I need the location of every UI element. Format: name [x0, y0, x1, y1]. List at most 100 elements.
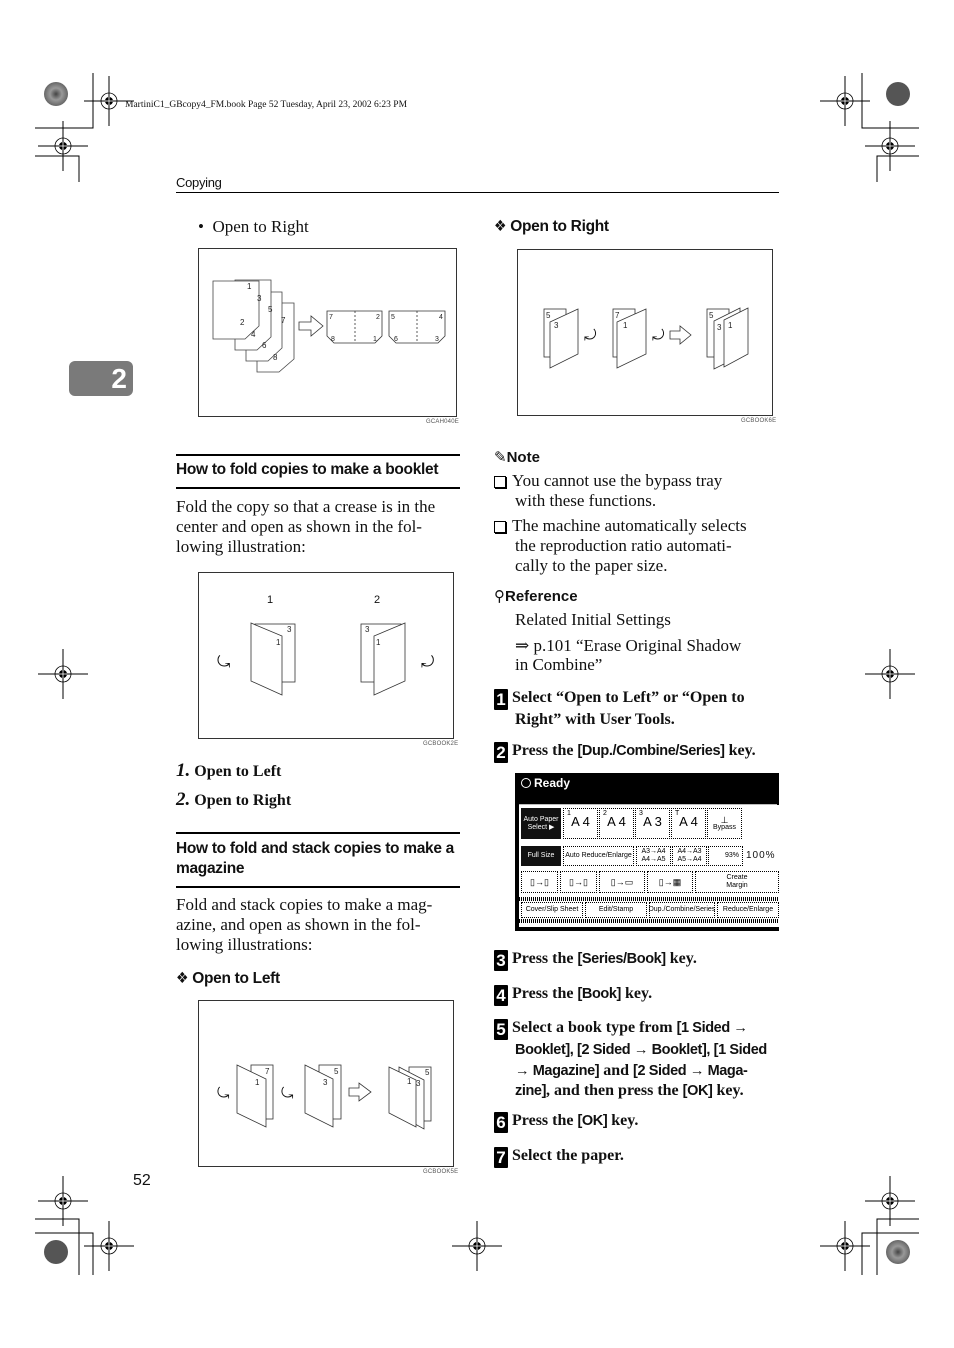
- auto-reduce-enlarge-button[interactable]: Auto Reduce/Enlarge: [563, 846, 634, 866]
- tab-strip: [519, 897, 779, 901]
- step-7: 7 Select the paper.: [494, 1146, 624, 1168]
- crop-marks: [35, 73, 919, 1275]
- reference-title: Reference: [505, 588, 578, 605]
- svg-text:6: 6: [394, 336, 398, 343]
- reference-link[interactable]: ⇒ p.101 “Erase Original Shadow: [515, 636, 741, 656]
- ratio-preset-3-button[interactable]: 93%: [708, 846, 743, 866]
- svg-text:2: 2: [376, 314, 380, 321]
- svg-text:5: 5: [425, 1068, 430, 1077]
- tray-2-button[interactable]: 2A 4: [599, 808, 634, 839]
- text-line: cally to the paper size.: [515, 556, 668, 575]
- text-line: The machine automatically selects: [512, 516, 747, 535]
- page-num: 3: [257, 294, 262, 303]
- step-text: key.: [724, 742, 756, 759]
- diamond-bullet-icon: ❖: [176, 970, 193, 987]
- tray-3-button[interactable]: 3A 3: [635, 808, 670, 839]
- item-label: Open to Left: [194, 763, 282, 780]
- svg-text:7: 7: [615, 311, 620, 320]
- svg-text:3: 3: [365, 625, 370, 634]
- heading-rule-top: [176, 454, 460, 456]
- full-size-button[interactable]: Full Size: [521, 846, 561, 866]
- combine-4-button[interactable]: ▯→▦: [647, 871, 693, 893]
- tab-cover-slip-sheet[interactable]: Cover/Slip Sheet: [521, 902, 583, 918]
- svg-text:5: 5: [334, 1067, 339, 1076]
- step-4: 4 Press the [Book] key.: [494, 984, 652, 1006]
- button-label: Margin: [726, 882, 748, 889]
- step-number: 4: [494, 985, 508, 1006]
- bypass-button[interactable]: ⊥ Bypass: [707, 808, 742, 839]
- svg-text:1: 1: [255, 1078, 260, 1087]
- color-target: [886, 1240, 910, 1264]
- registration-mark: [451, 1220, 503, 1272]
- status-text: Ready: [534, 776, 571, 790]
- tray-size: A 4: [679, 814, 698, 829]
- tray-size: A 4: [607, 814, 626, 829]
- item-number: 1.: [176, 760, 191, 781]
- color-target: [44, 1240, 68, 1264]
- text-line: azine, and open as shown in the fol-: [176, 915, 421, 934]
- button-label: Select ▶: [527, 823, 555, 831]
- svg-text:1: 1: [376, 638, 381, 647]
- checkbox-bullet-icon: [494, 476, 506, 488]
- key-label: → Magazine]: [515, 1062, 600, 1079]
- button-label: A4→A3: [677, 848, 702, 855]
- step-number: 6: [494, 1112, 508, 1133]
- button-label: A3→A4: [641, 848, 666, 855]
- tab-reduce-enlarge[interactable]: Reduce/Enlarge: [717, 902, 779, 918]
- text-line: lowing illustrations:: [176, 935, 313, 954]
- create-margin-button[interactable]: Create Margin: [695, 871, 779, 893]
- combine-2-button[interactable]: ▯→▯: [560, 871, 597, 893]
- arrow-icon: [348, 1082, 372, 1102]
- arrow-icon: [298, 315, 324, 337]
- magazine-left-illustration: 7 1 5 3 5 1 3 ⤿ ⤿: [217, 1064, 432, 1130]
- svg-text:1: 1: [267, 594, 273, 606]
- booklet-heading: How to fold copies to make a booklet: [176, 461, 439, 478]
- reference-heading: ⚲Reference: [494, 587, 578, 605]
- step-text: Select the paper.: [512, 1147, 624, 1164]
- ratio-preset-2-button[interactable]: A4→A3 A5→A4: [672, 846, 707, 866]
- text-line: center and open as shown in the fol-: [176, 517, 422, 536]
- step-text: key.: [620, 985, 653, 1002]
- text-line: You cannot use the bypass tray: [512, 471, 723, 490]
- tray-t-button[interactable]: TA 4: [671, 808, 706, 839]
- step-2: 2 Press the [Dup./Combine/Series] key.: [494, 741, 756, 763]
- magazine-heading: How to fold and stack copies to make a m…: [176, 839, 454, 879]
- step-text: key.: [665, 950, 697, 967]
- svg-text:7: 7: [329, 314, 333, 321]
- combine-1-button[interactable]: ▯→▯: [521, 871, 558, 893]
- tray-1-button[interactable]: 1A 4: [563, 808, 598, 839]
- open-left-heading: ❖ Open to Left: [176, 969, 280, 988]
- svg-text:3: 3: [287, 625, 292, 634]
- svg-text:5: 5: [546, 311, 551, 320]
- status-bar: Ready: [519, 776, 777, 805]
- text-line: the reproduction ratio automati-: [515, 536, 732, 555]
- key-label: Booklet], [2 Sided → Booklet], [1 Sided: [515, 1042, 767, 1058]
- button-label: Create: [726, 874, 748, 881]
- rotate-icon: ⤿: [217, 1086, 230, 1102]
- step-text: key.: [712, 1082, 744, 1099]
- ready-icon: [521, 778, 531, 788]
- page-number: 52: [133, 1172, 151, 1189]
- step-text: Select a book type from: [512, 1019, 677, 1036]
- combine-3-button[interactable]: ▯→▭: [599, 871, 645, 893]
- color-target: [44, 82, 68, 106]
- auto-paper-select-button[interactable]: Auto Paper Select ▶: [521, 808, 561, 839]
- ratio-preset-1-button[interactable]: A3→A4 A4→A5: [636, 846, 671, 866]
- tab-edit-stamp[interactable]: Edit/Stamp: [585, 902, 647, 918]
- item-label: Open to Right: [194, 792, 292, 809]
- figure-magazine-left: 7 1 5 3 5 1 3 ⤿ ⤿: [198, 1000, 454, 1167]
- registration-mark: [37, 648, 89, 700]
- key-label: zine]: [515, 1083, 547, 1099]
- key-label: [Book]: [577, 986, 621, 1002]
- figure-magazine-right: 5 3 7 1 5 3 1 ⤾ ⤾: [517, 249, 773, 416]
- step-number: 7: [494, 1147, 508, 1168]
- tab-dup-combine-series[interactable]: Dup./Combine/Series: [649, 902, 715, 918]
- reference-link-continued[interactable]: in Combine”: [515, 655, 602, 675]
- step-5: 5 Select a book type from [1 Sided → Book…: [494, 1018, 784, 1102]
- rotate-icon: ⤿: [281, 1086, 294, 1102]
- heading-rule-bottom: [176, 886, 460, 888]
- note-item: You cannot use the bypass tray with thes…: [494, 471, 779, 511]
- panel-body: Auto Paper Select ▶ 1A 4 2A 4 3A 3 TA 4 …: [519, 805, 779, 927]
- bullet-text: Open to Right: [212, 217, 309, 236]
- svg-text:8: 8: [331, 336, 335, 343]
